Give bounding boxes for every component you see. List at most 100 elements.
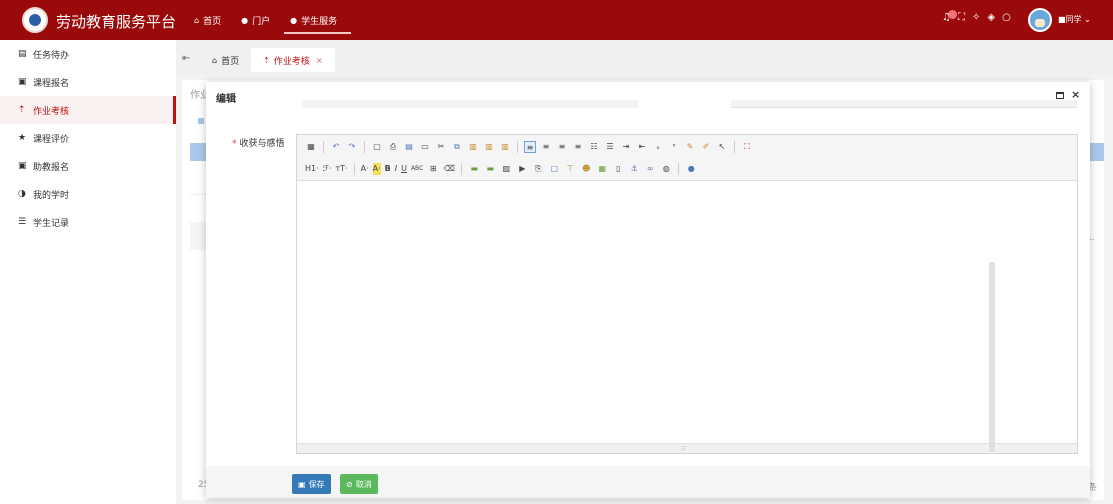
fullscreen-icon[interactable]: ⛶ [741,141,753,153]
edit-dialog: 编辑 × * 收获与感悟 ▦ ↶ ↷ ▢ ⎙ ▤ ▭ ✂ ⧉ ▥ ▥ ▥ ≡ ≡ ≡ ≡ ☷ ☰ ⇥ ⇤ ₓ ˣ ✎ ✐ ↖… [206,82,1090,498]
attachment-icon[interactable]: ⎘ [532,163,544,175]
code-block-icon[interactable]: ⊤ [564,163,576,175]
resize-grip-icon: ⁝⁝ [681,445,686,453]
cut-icon[interactable]: ✂ [435,141,447,153]
save-button[interactable]: ▣ 保存 [292,474,331,494]
maximize-icon[interactable] [1056,92,1064,99]
align-justify-icon[interactable]: ≡ [572,141,584,153]
chevron-down-icon: ⌄ [1081,15,1091,24]
sidebar-item-records[interactable]: ☰ 学生记录 [0,208,176,236]
toolbar-row-1: ▦ ↶ ↷ ▢ ⎙ ▤ ▭ ✂ ⧉ ▥ ▥ ▥ ≡ ≡ ≡ ≡ ☷ ☰ ⇥ ⇤ ₓ ˣ ✎ ✐ ↖ ⛶ [305,141,753,153]
sidebar-item-ta-signup[interactable]: ▣ 助教报名 [0,152,176,180]
toolbar-separator [353,163,355,175]
theme-icon[interactable]: ✧ [972,12,980,23]
cancel-label: 取消 [355,479,372,489]
cancel-button[interactable]: ⊘ 取消 [340,474,378,494]
align-center-icon[interactable]: ≡ [540,141,552,153]
image-icon[interactable]: ▨ [500,163,512,175]
indent-icon[interactable]: ⇥ [620,141,632,153]
select-all-icon[interactable]: ↖ [716,141,728,153]
preview-icon[interactable]: ▢ [371,141,383,153]
map-icon[interactable]: ◍ [660,163,672,175]
undo-icon[interactable]: ↶ [330,141,342,153]
power-icon[interactable]: ○ [1002,12,1011,23]
frame-icon[interactable]: ▢ [548,163,560,175]
font-family-select[interactable]: ℱ· [323,163,332,175]
field-label: * 收获与感悟 [232,136,285,149]
heading-select[interactable]: H1· [305,163,319,175]
paste-icon[interactable]: ▥ [467,141,479,153]
required-mark: * [232,139,237,149]
picture-icon[interactable]: ▦ [596,163,608,175]
editor-content[interactable] [297,181,1077,443]
table-icon[interactable]: ⊞ [427,163,439,175]
sidebar-item-course-signup[interactable]: ▣ 课程报名 [0,68,176,96]
close-icon[interactable]: × [316,56,323,65]
format-painter-icon[interactable]: ✐ [700,141,712,153]
insert-row-icon[interactable]: ▬ [468,163,480,175]
nav-student-service[interactable]: ● 学生服务 [280,0,352,40]
top-icons: ♫ ⛶ ✧ ◈ ○ [942,12,1011,23]
ordered-list-icon[interactable]: ☷ [588,141,600,153]
text-field[interactable] [731,100,1077,108]
anchor-icon[interactable]: ⚓ [628,163,640,175]
list-icon [198,118,204,124]
align-left-icon[interactable]: ≡ [524,141,536,153]
bullet-list-icon[interactable]: ☰ [604,141,616,153]
align-right-icon[interactable]: ≡ [556,141,568,153]
sidebar-item-tasks[interactable]: ▤ 任务待办 [0,40,176,68]
dialog-scrollbar[interactable] [989,262,995,452]
nav-portal[interactable]: ● 门户 [231,0,280,40]
tab-bar: ⌂ 首页 ⇡ 作业考核 × [200,48,335,72]
page-break-icon[interactable]: ▯ [612,163,624,175]
nav-home[interactable]: ⌂ 首页 [184,0,231,40]
avatar[interactable] [1028,8,1052,32]
home-icon: ⌂ [212,55,218,65]
bold-button[interactable]: B [385,163,391,175]
bell-icon[interactable]: ♫ [942,12,951,23]
source-icon[interactable]: ▦ [305,141,317,153]
text-field[interactable] [302,100,638,108]
editor-resize-bar[interactable]: ⁝⁝ [297,443,1077,453]
nav-label: 学生服务 [301,16,338,27]
underline-button[interactable]: U [401,163,407,175]
clear-format-icon[interactable]: ✎ [684,141,696,153]
copy-icon[interactable]: ⧉ [451,141,463,153]
tag-icon[interactable]: ◈ [987,12,995,23]
sidebar-item-homework[interactable]: ⇡ 作业考核 [0,96,176,124]
superscript-icon[interactable]: ˣ [668,141,680,153]
code-icon[interactable]: ▭ [419,141,431,153]
tab-label: 作业考核 [273,56,310,67]
paste-text-icon[interactable]: ▥ [483,141,495,153]
help-icon[interactable]: ● [685,163,697,175]
font-size-select[interactable]: ᴛT· [336,163,348,175]
video-icon[interactable]: ▶ [516,163,528,175]
user-name: ■同学 [1058,15,1082,24]
print-icon[interactable]: ⎙ [387,141,399,153]
font-color-select[interactable]: A· [361,163,369,175]
strikethrough-button[interactable]: ABC [411,163,423,175]
template-icon[interactable]: ▤ [403,141,415,153]
sidebar-item-course-eval[interactable]: ★ 课程评价 [0,124,176,152]
redo-icon[interactable]: ↷ [346,141,358,153]
link-icon[interactable]: ∞ [644,163,656,175]
nav-label: 门户 [252,16,271,27]
paste-word-icon[interactable]: ▥ [499,141,511,153]
tab-home[interactable]: ⌂ 首页 [200,48,251,72]
highlight-color-select[interactable]: A· [372,163,381,175]
italic-button[interactable]: I [395,163,397,175]
outdent-icon[interactable]: ⇤ [636,141,648,153]
user-menu[interactable]: ■同学 ⌄ [1058,14,1091,25]
sidebar-item-my-hours[interactable]: ◑ 我的学时 [0,180,176,208]
subscript-icon[interactable]: ₓ [652,141,664,153]
insert-col-icon[interactable]: ▬ [484,163,496,175]
toolbar-separator [678,163,680,175]
fullscreen-icon[interactable]: ⛶ [958,12,965,23]
collapse-menu-icon[interactable]: ⇤ [182,53,190,64]
sidebar: ▤ 任务待办 ▣ 课程报名 ⇡ 作业考核 ★ 课程评价 ▣ 助教报名 ◑ 我的学时 ☰ 学生记… [0,40,176,504]
tab-homework[interactable]: ⇡ 作业考核 × [251,48,335,72]
home-icon: ⌂ [194,15,200,25]
eraser-icon[interactable]: ⌫ [443,163,455,175]
field-label-text: 收获与感悟 [239,139,285,149]
emoji-icon[interactable]: ☻ [580,163,592,175]
